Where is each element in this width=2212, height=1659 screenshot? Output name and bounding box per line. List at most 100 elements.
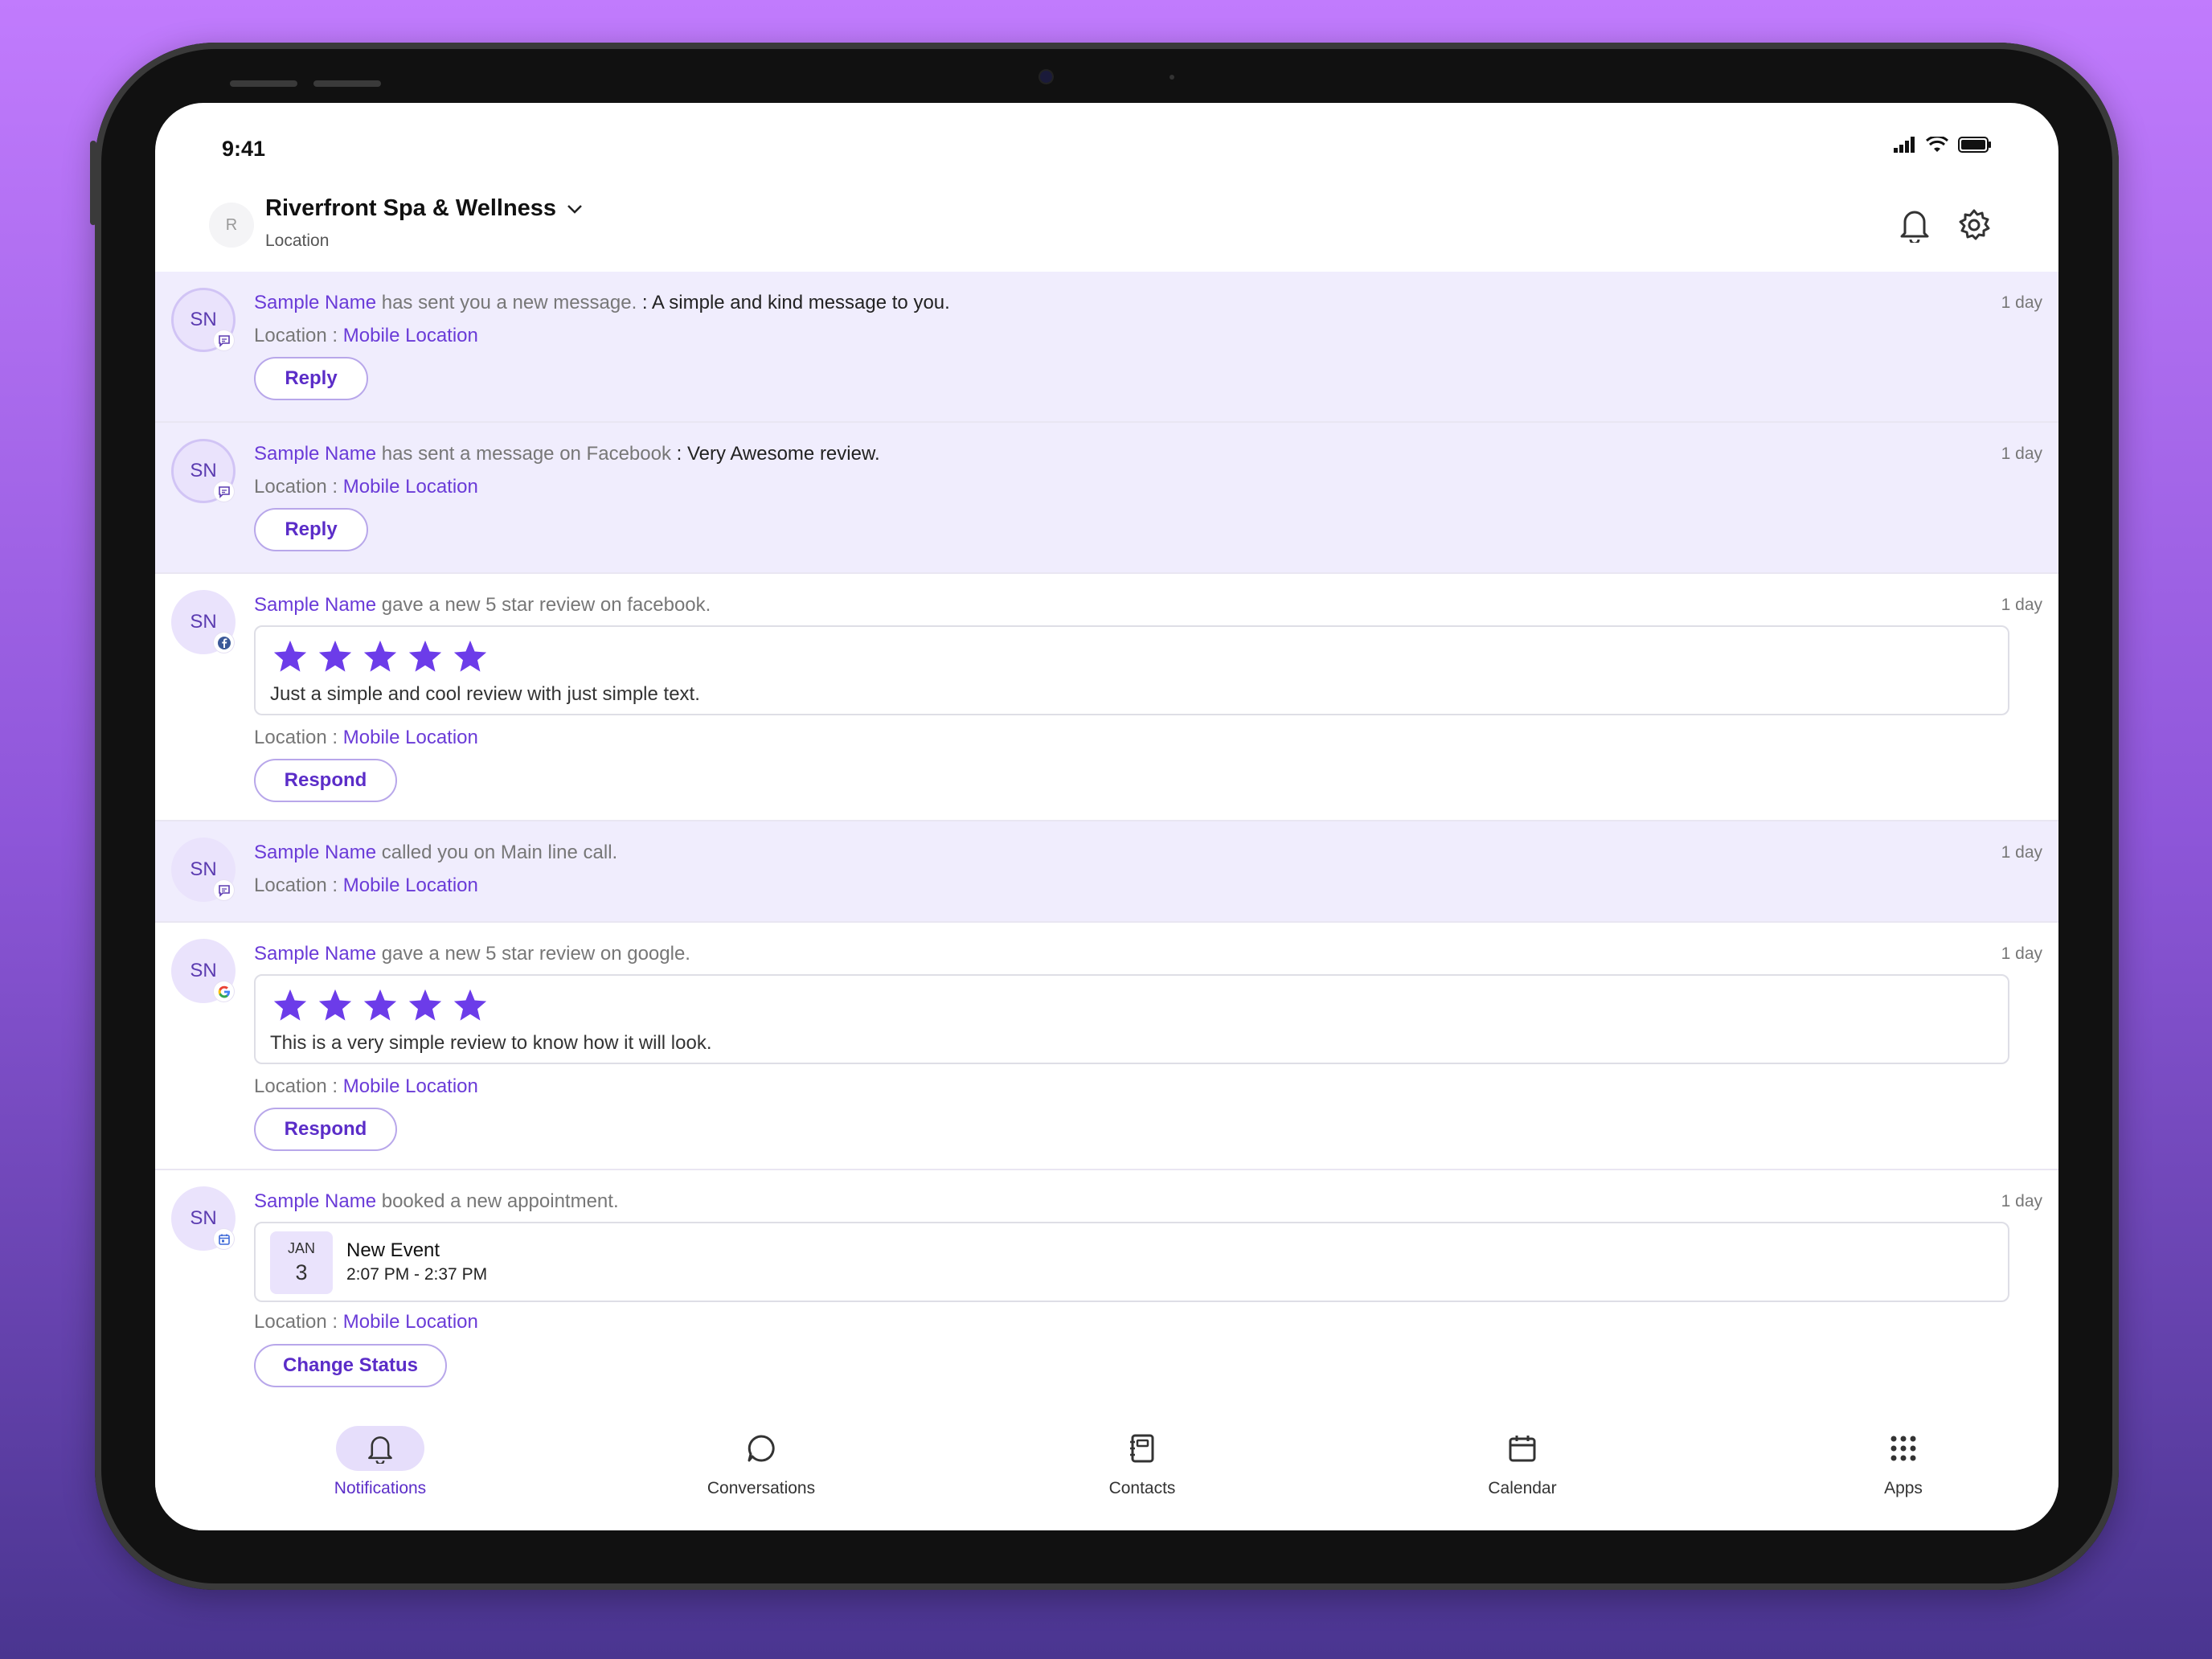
tab-label: Contacts [1108, 1479, 1176, 1497]
location-line: Location : Mobile Location [254, 727, 478, 748]
chevron-down-icon [567, 204, 582, 214]
gear-icon[interactable] [1956, 207, 1992, 243]
screen: 9:41 R Riverfront Spa & Wellness Locatio… [155, 103, 2058, 1530]
tab-icon-wrap [1478, 1426, 1567, 1471]
contact-name[interactable]: Sample Name [254, 594, 376, 616]
review-text: This is a very simple review to know how… [270, 1032, 712, 1054]
volume-button [313, 80, 381, 87]
google-icon [214, 981, 234, 1002]
location-line: Location : Mobile Location [254, 325, 478, 346]
location-switcher[interactable]: Riverfront Spa & Wellness [265, 195, 584, 222]
contact-name[interactable]: Sample Name [254, 842, 376, 863]
timestamp: 1 day [2001, 944, 2042, 963]
review-card: This is a very simple review to know how… [254, 974, 2009, 1064]
tab-conversations[interactable]: Conversations [641, 1402, 882, 1530]
star-icon [318, 640, 352, 672]
star-rating [272, 987, 489, 1024]
event-date: JAN 3 [270, 1231, 333, 1294]
star-icon [453, 640, 487, 672]
calendar-icon [214, 1229, 234, 1249]
event-title: New Event [346, 1239, 440, 1261]
contact-name[interactable]: Sample Name [254, 943, 376, 965]
event-time: 2:07 PM - 2:37 PM [346, 1265, 488, 1284]
tab-calendar[interactable]: Calendar [1402, 1402, 1643, 1530]
battery-icon [1958, 137, 1991, 153]
timestamp: 1 day [2001, 1192, 2042, 1210]
location-avatar[interactable]: R [209, 203, 254, 248]
event-month: JAN [287, 1240, 315, 1256]
location-line: Location : Mobile Location [254, 875, 478, 896]
event-day: 3 [295, 1260, 308, 1284]
location-line: Location : Mobile Location [254, 1311, 478, 1333]
notification-item[interactable]: SN Sample Name gave a new 5 star review … [155, 574, 2058, 821]
respond-button[interactable]: Respond [254, 1108, 397, 1151]
star-icon [318, 989, 352, 1021]
notification-list: SN Sample Name has sent you a new messag… [155, 272, 2058, 1408]
tab-icon-wrap [1098, 1426, 1186, 1471]
notification-text: Sample Name booked a new appointment. [254, 1190, 619, 1212]
apps-grid-icon [1890, 1436, 1916, 1461]
star-rating [272, 638, 489, 675]
star-icon [408, 640, 442, 672]
notification-item[interactable]: SN Sample Name gave a new 5 star review … [155, 923, 2058, 1170]
location-name: Riverfront Spa & Wellness [265, 195, 557, 221]
chat-icon [214, 330, 234, 350]
tab-icon-wrap [336, 1426, 424, 1471]
sensor [1169, 75, 1174, 80]
tab-notifications[interactable]: Notifications [260, 1402, 501, 1530]
bell-icon[interactable] [1899, 207, 1931, 243]
star-icon [273, 640, 307, 672]
tab-apps[interactable]: Apps [1783, 1402, 2024, 1530]
front-camera [1040, 71, 1052, 83]
reply-button[interactable]: Reply [254, 508, 368, 551]
contact-name[interactable]: Sample Name [254, 292, 376, 313]
star-icon [363, 989, 397, 1021]
notification-text: Sample Name gave a new 5 star review on … [254, 594, 711, 616]
tab-icon-wrap [717, 1426, 805, 1471]
facebook-icon [214, 633, 234, 653]
notification-text: Sample Name gave a new 5 star review on … [254, 943, 690, 965]
location-subtitle: Location [265, 231, 330, 250]
location-line: Location : Mobile Location [254, 476, 478, 498]
review-card: Just a simple and cool review with just … [254, 625, 2009, 715]
respond-button[interactable]: Respond [254, 759, 397, 802]
notification-item[interactable]: SN Sample Name booked a new appointment.… [155, 1170, 2058, 1408]
notification-item[interactable]: SN Sample Name has sent a message on Fac… [155, 423, 2058, 574]
contact-name[interactable]: Sample Name [254, 1190, 376, 1212]
contact-name[interactable]: Sample Name [254, 443, 376, 465]
status-time: 9:41 [222, 137, 266, 161]
calendar-icon [1509, 1436, 1536, 1462]
tab-label: Calendar [1488, 1479, 1557, 1497]
power-button [90, 141, 96, 225]
star-icon [363, 640, 397, 672]
appointment-card[interactable]: JAN 3 New Event 2:07 PM - 2:37 PM [254, 1222, 2009, 1302]
cellular-signal-icon [1894, 137, 1915, 153]
tab-label: Conversations [707, 1479, 816, 1497]
review-text: Just a simple and cool review with just … [270, 683, 700, 705]
timestamp: 1 day [2001, 596, 2042, 614]
chat-bubble-icon [748, 1435, 775, 1462]
tab-label: Notifications [334, 1479, 427, 1497]
star-icon [273, 989, 307, 1021]
change-status-button[interactable]: Change Status [254, 1344, 447, 1387]
volume-button [230, 80, 297, 87]
notification-text: Sample Name called you on Main line call… [254, 842, 618, 863]
bell-icon [368, 1436, 392, 1464]
timestamp: 1 day [2001, 444, 2042, 463]
notification-text: Sample Name has sent a message on Facebo… [254, 443, 880, 465]
tab-label: Apps [1884, 1479, 1923, 1497]
location-line: Location : Mobile Location [254, 1075, 478, 1097]
timestamp: 1 day [2001, 293, 2042, 312]
notification-text: Sample Name has sent you a new message. … [254, 292, 950, 313]
bottom-tab-bar: Notifications Conversations Contacts Cal… [155, 1402, 2058, 1530]
status-bar: 9:41 [155, 103, 2058, 191]
star-icon [408, 989, 442, 1021]
notification-item[interactable]: SN Sample Name has sent you a new messag… [155, 272, 2058, 423]
notification-item[interactable]: SN Sample Name called you on Main line c… [155, 821, 2058, 923]
reply-button[interactable]: Reply [254, 357, 368, 400]
tab-icon-wrap [1859, 1426, 1948, 1471]
chat-icon [214, 880, 234, 900]
contacts-book-icon [1130, 1434, 1154, 1463]
star-icon [453, 989, 487, 1021]
tab-contacts[interactable]: Contacts [1022, 1402, 1263, 1530]
